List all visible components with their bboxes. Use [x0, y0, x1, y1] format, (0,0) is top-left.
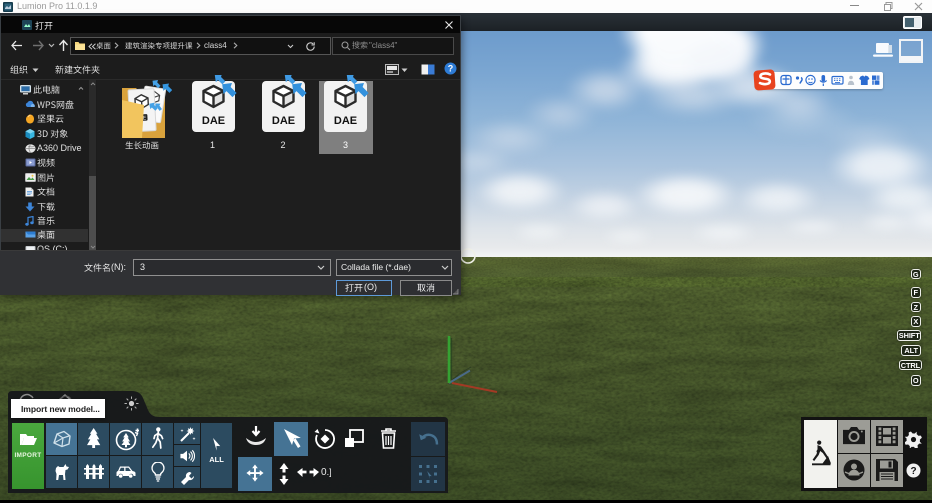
svg-text:DAE: DAE	[334, 115, 357, 127]
svg-text:DAE: DAE	[201, 115, 224, 127]
svg-text:?: ?	[910, 466, 916, 477]
svg-text:DAE: DAE	[272, 115, 295, 127]
svg-text:?: ?	[448, 64, 454, 74]
